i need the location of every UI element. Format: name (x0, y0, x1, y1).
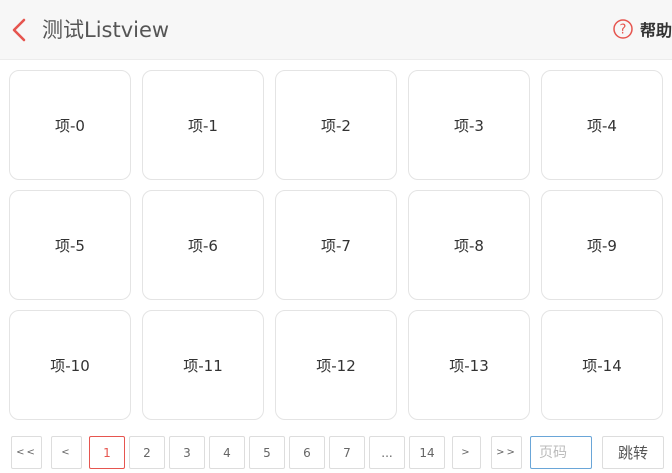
grid-item[interactable]: 项-13 (408, 310, 530, 420)
grid-item[interactable]: 项-3 (408, 70, 530, 180)
grid-item[interactable]: 项-7 (275, 190, 397, 300)
grid-item[interactable]: 项-5 (9, 190, 131, 300)
pagination: << < 1 2 3 4 5 6 7 ... 14 > >> 跳转 (0, 436, 672, 470)
grid-item[interactable]: 项-14 (541, 310, 663, 420)
grid-item[interactable]: 项-11 (142, 310, 264, 420)
grid-item[interactable]: 项-10 (9, 310, 131, 420)
grid-item[interactable]: 项-4 (541, 70, 663, 180)
grid-item[interactable]: 项-9 (541, 190, 663, 300)
grid-item[interactable]: 项-8 (408, 190, 530, 300)
chevron-left-icon (12, 18, 26, 42)
first-page-button[interactable]: << (11, 436, 42, 469)
grid-item[interactable]: 项-2 (275, 70, 397, 180)
grid-item[interactable]: 项-12 (275, 310, 397, 420)
page-button-3[interactable]: 3 (169, 436, 205, 469)
page-title: 测试Listview (42, 18, 170, 42)
grid-item[interactable]: 项-0 (9, 70, 131, 180)
page-button-7[interactable]: 7 (329, 436, 365, 469)
last-page-button[interactable]: >> (491, 436, 522, 469)
next-page-button[interactable]: > (452, 436, 481, 469)
question-circle-icon: ? (613, 19, 633, 39)
page-number-input[interactable] (530, 436, 592, 469)
page-button-2[interactable]: 2 (129, 436, 165, 469)
grid-item[interactable]: 项-6 (142, 190, 264, 300)
prev-page-button[interactable]: < (51, 436, 82, 469)
page-button-4[interactable]: 4 (209, 436, 245, 469)
page-button-6[interactable]: 6 (289, 436, 325, 469)
help-label: 帮助 (640, 21, 672, 40)
page-ellipsis: ... (369, 436, 405, 469)
help-button[interactable]: ? 帮助 (613, 17, 672, 41)
jump-button[interactable]: 跳转 (602, 436, 664, 469)
back-button[interactable] (8, 16, 32, 44)
top-bar: 测试Listview ? 帮助 (0, 0, 672, 60)
svg-text:?: ? (620, 23, 627, 38)
grid-item[interactable]: 项-1 (142, 70, 264, 180)
page-button-5[interactable]: 5 (249, 436, 285, 469)
page-button-14[interactable]: 14 (409, 436, 445, 469)
page-button-1[interactable]: 1 (89, 436, 125, 469)
